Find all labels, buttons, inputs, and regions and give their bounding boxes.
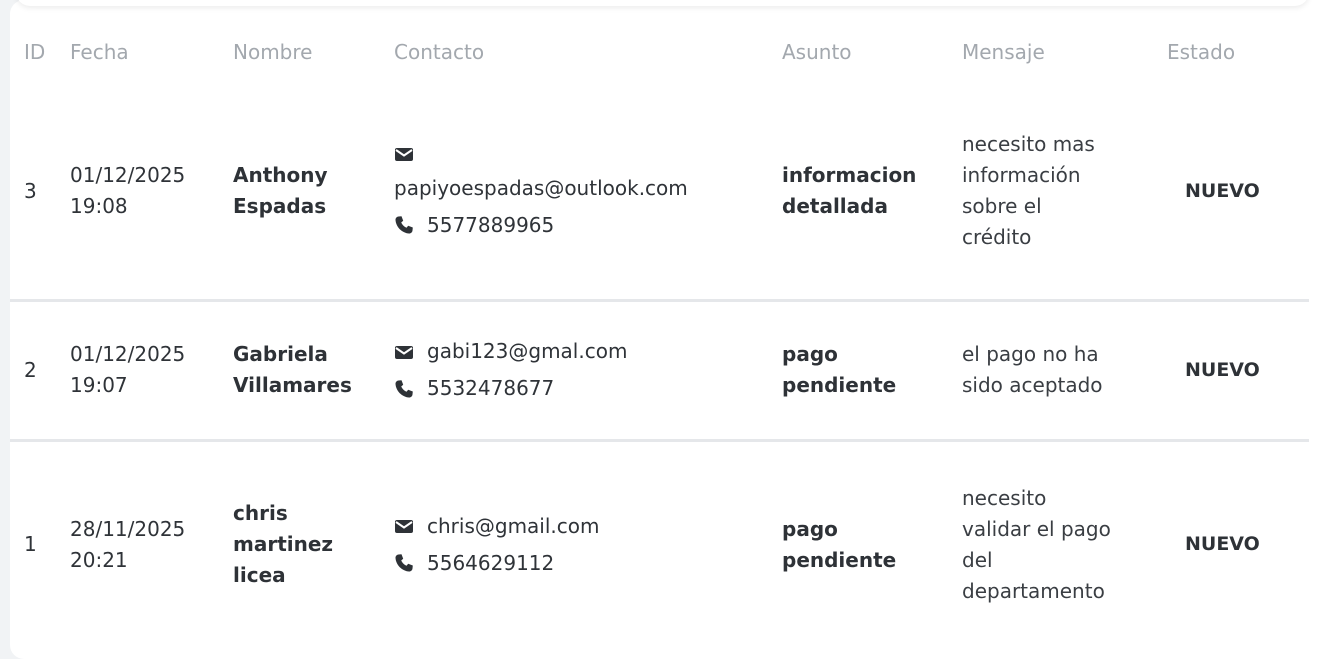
subject-line: pago bbox=[782, 516, 838, 541]
cell-message: necesito validar el pago del departamento bbox=[962, 440, 1167, 648]
cell-subject: pago pendiente bbox=[782, 440, 962, 648]
time-value: 19:07 bbox=[70, 373, 128, 397]
name-line: Villamares bbox=[233, 373, 352, 397]
name-line: chris bbox=[233, 501, 288, 526]
phone-icon bbox=[394, 215, 414, 235]
name-line: Espadas bbox=[233, 194, 327, 219]
message-line: crédito bbox=[962, 225, 1032, 250]
phone-icon bbox=[394, 379, 414, 399]
column-header-name: Nombre bbox=[233, 40, 313, 64]
name-line: Gabriela bbox=[233, 342, 328, 366]
phone-line: 5577889965 bbox=[394, 210, 782, 241]
message-line: del bbox=[962, 547, 993, 572]
message-line: sobre el bbox=[962, 194, 1042, 219]
email-value: papiyoespadas@outlook.com bbox=[394, 175, 688, 200]
cell-date: 01/12/2025 19:07 bbox=[70, 300, 233, 440]
message-line: el pago no ha bbox=[962, 342, 1099, 366]
column-header-status: Estado bbox=[1167, 40, 1236, 64]
email-value: chris@gmail.com bbox=[427, 513, 600, 538]
email-line: chris@gmail.com bbox=[394, 511, 782, 542]
header-row: ID Fecha Nombre Contacto Asunto Mensaje … bbox=[10, 20, 1309, 84]
envelope-icon bbox=[394, 342, 414, 362]
subject-line: pago bbox=[782, 342, 838, 366]
date-value: 01/12/2025 bbox=[70, 163, 186, 188]
table-row: 3 01/12/2025 19:08 Anthony Espadas papiyoespa… bbox=[10, 84, 1309, 300]
column-header-contact: Contacto bbox=[394, 40, 485, 64]
date-value: 01/12/2025 bbox=[70, 342, 186, 366]
table-row: 2 01/12/2025 19:07 Gabriela Villamares gabi12… bbox=[10, 300, 1309, 440]
cell-contact: papiyoespadas@outlook.com 5577889965 bbox=[394, 84, 782, 300]
top-card bbox=[16, 0, 1309, 6]
message-line: información bbox=[962, 163, 1081, 188]
envelope-icon bbox=[394, 516, 414, 536]
phone-value: 5532478677 bbox=[427, 376, 555, 400]
phone-value: 5577889965 bbox=[427, 212, 555, 237]
cell-message: necesito mas información sobre el crédito bbox=[962, 84, 1167, 300]
time-value: 19:08 bbox=[70, 194, 128, 219]
email-line: gabi123@gmal.com bbox=[394, 336, 782, 367]
email-value: gabi123@gmal.com bbox=[427, 339, 628, 363]
cell-id: 2 bbox=[24, 357, 37, 382]
cell-contact: gabi123@gmal.com 5532478677 bbox=[394, 300, 782, 440]
cell-date: 01/12/2025 19:08 bbox=[70, 84, 233, 300]
cell-date: 28/11/2025 20:21 bbox=[70, 440, 233, 648]
cell-id: 3 bbox=[24, 178, 37, 203]
column-header-message: Mensaje bbox=[962, 40, 1045, 64]
subject-line: pendiente bbox=[782, 547, 897, 572]
column-header-id: ID bbox=[24, 40, 46, 64]
cell-name: Gabriela Villamares bbox=[233, 300, 394, 440]
status-badge: NUEVO bbox=[1185, 179, 1260, 202]
status-badge: NUEVO bbox=[1185, 533, 1260, 556]
message-line: sido aceptado bbox=[962, 373, 1103, 397]
subject-line: informacion bbox=[782, 163, 917, 188]
subject-line: pendiente bbox=[782, 373, 897, 397]
email-icon-line bbox=[394, 142, 782, 173]
time-value: 20:21 bbox=[70, 547, 128, 572]
status-badge: NUEVO bbox=[1185, 358, 1260, 381]
cell-subject: pago pendiente bbox=[782, 300, 962, 440]
message-line: necesito bbox=[962, 485, 1047, 510]
cell-message: el pago no ha sido aceptado bbox=[962, 300, 1167, 440]
cell-id: 1 bbox=[24, 532, 37, 557]
date-value: 28/11/2025 bbox=[70, 516, 186, 541]
column-header-date: Fecha bbox=[70, 40, 129, 64]
messages-table: ID Fecha Nombre Contacto Asunto Mensaje … bbox=[10, 20, 1309, 648]
message-line: validar el pago bbox=[962, 516, 1111, 541]
email-line: papiyoespadas@outlook.com bbox=[394, 173, 782, 204]
name-line: martinez bbox=[233, 532, 334, 557]
table-row: 1 28/11/2025 20:21 chris martinez licea chris@… bbox=[10, 440, 1309, 648]
message-line: necesito mas bbox=[962, 132, 1095, 157]
cell-subject: informacion detallada bbox=[782, 84, 962, 300]
name-line: Anthony bbox=[233, 163, 328, 188]
cell-contact: chris@gmail.com 5564629112 bbox=[394, 440, 782, 648]
column-header-subject: Asunto bbox=[782, 40, 852, 64]
name-line: licea bbox=[233, 563, 286, 588]
cell-name: Anthony Espadas bbox=[233, 84, 394, 300]
envelope-icon bbox=[394, 144, 414, 164]
message-line: departamento bbox=[962, 578, 1105, 603]
phone-line: 5532478677 bbox=[394, 373, 782, 404]
cell-name: chris martinez licea bbox=[233, 440, 394, 648]
phone-value: 5564629112 bbox=[427, 550, 555, 575]
phone-icon bbox=[394, 553, 414, 573]
subject-line: detallada bbox=[782, 194, 888, 219]
phone-line: 5564629112 bbox=[394, 548, 782, 579]
